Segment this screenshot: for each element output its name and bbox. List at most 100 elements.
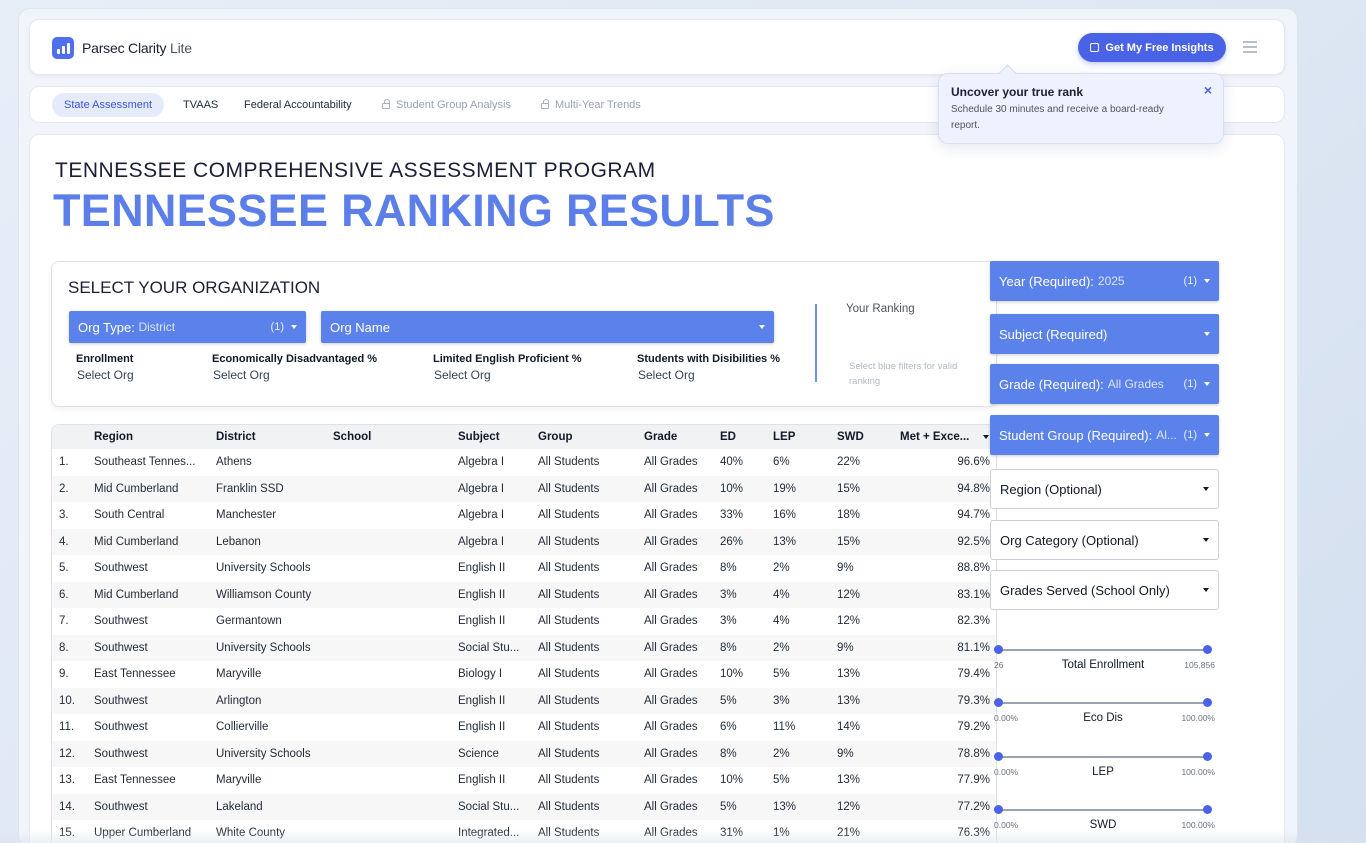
cell-met-exceeded: 82.3% xyxy=(957,615,990,627)
swd-slider[interactable] xyxy=(994,805,1212,814)
ranking-table: Region District School Subject Group Gra… xyxy=(51,424,997,843)
col-grade[interactable]: Grade xyxy=(644,431,677,443)
sort-desc-icon[interactable] xyxy=(983,435,989,439)
table-row[interactable]: 7. Southwest Germantown English II All Stude… xyxy=(52,608,996,635)
cell-grade: All Grades xyxy=(644,456,698,468)
table-row[interactable]: 12. Southwest University Schools Science All… xyxy=(52,740,996,767)
table-row[interactable]: 6. Mid Cumberland Williamson County English… xyxy=(52,581,996,608)
get-insights-button[interactable]: Get My Free Insights xyxy=(1078,33,1226,62)
slider-max-handle[interactable] xyxy=(1203,645,1212,654)
chevron-down-icon xyxy=(1204,382,1210,386)
close-icon[interactable]: × xyxy=(1204,82,1212,98)
cell-rank: 13. xyxy=(59,774,75,786)
cell-ed: 26% xyxy=(720,535,744,548)
table-row[interactable]: 8. Southwest University Schools Social Stu.… xyxy=(52,634,996,661)
filter-label: Student Group (Required): xyxy=(999,427,1153,443)
cell-region: Southwest xyxy=(94,721,148,733)
col-subject[interactable]: Subject xyxy=(458,431,500,443)
cell-lep: 5% xyxy=(773,774,790,786)
cell-subject: English II xyxy=(458,562,506,574)
tab-student-group-analysis[interactable]: Student Group Analysis xyxy=(382,93,511,117)
student-group-filter[interactable]: Student Group (Required): Al... (1) xyxy=(990,415,1219,455)
filter-label: Org Category (Optional) xyxy=(1000,532,1139,548)
cell-grade: All Grades xyxy=(644,562,698,574)
tab-multi-year-trends[interactable]: Multi-Year Trends xyxy=(541,93,641,117)
eco-dis-slider[interactable] xyxy=(994,698,1212,707)
cell-group: All Students xyxy=(538,774,600,786)
org-heading: SELECT YOUR ORGANIZATION xyxy=(68,278,321,297)
slider-max-handle[interactable] xyxy=(1203,752,1212,761)
cell-lep: 4% xyxy=(773,615,790,627)
cell-ed: 8% xyxy=(720,641,737,654)
col-met-exceeded[interactable]: Met + Exce... xyxy=(900,431,969,443)
stat-label: Enrollment xyxy=(76,353,134,365)
cell-swd: 18% xyxy=(837,509,861,521)
filter-value: 2025 xyxy=(1097,274,1125,288)
cell-met-exceeded: 79.2% xyxy=(957,721,990,733)
stat-value: Select Org xyxy=(213,368,270,382)
cell-subject: Biology I xyxy=(458,668,503,680)
cell-ed: 8% xyxy=(720,562,737,574)
tab-tvaas[interactable]: TVAAS xyxy=(183,93,218,117)
col-school[interactable]: School xyxy=(333,431,371,443)
tab-state-assessment[interactable]: State Assessment xyxy=(52,93,165,117)
slider-min-handle[interactable] xyxy=(994,698,1003,707)
subject-filter[interactable]: Subject (Required) xyxy=(990,314,1219,354)
filter-count: (1) xyxy=(1183,378,1197,390)
chevron-down-icon xyxy=(1203,588,1209,592)
cell-met-exceeded: 77.2% xyxy=(957,800,990,813)
table-row[interactable]: 11. Southwest Collierville English II All St… xyxy=(52,714,996,741)
tab-label: TVAAS xyxy=(183,99,219,111)
tab-federal-accountability[interactable]: Federal Accountability xyxy=(244,93,352,117)
col-district[interactable]: District xyxy=(216,431,256,443)
cell-swd: 12% xyxy=(837,800,861,813)
cell-district: University Schools xyxy=(216,747,311,760)
cell-region: Southwest xyxy=(94,641,148,654)
year-filter[interactable]: Year (Required): 2025 (1) xyxy=(990,261,1219,301)
col-lep[interactable]: LEP xyxy=(773,431,795,443)
col-region[interactable]: Region xyxy=(94,431,133,443)
hamburger-menu-icon[interactable] xyxy=(1243,41,1257,56)
brand-logo[interactable]: Parsec Clarity Lite xyxy=(52,37,192,59)
table-row[interactable]: 13. East Tennessee Maryville English II All … xyxy=(52,767,996,794)
org-type-select[interactable]: Org Type: District (1) xyxy=(69,311,306,343)
rank-popover: Uncover your true rank Schedule 30 minut… xyxy=(938,73,1224,144)
cell-grade: All Grades xyxy=(644,615,698,627)
table-row[interactable]: 1. Southeast Tennes... Athens Algebra I All … xyxy=(52,449,996,476)
cell-region: East Tennessee xyxy=(94,668,176,680)
table-row[interactable]: 14. Southwest Lakeland Social Stu... All Stu… xyxy=(52,793,996,820)
cell-lep: 5% xyxy=(773,668,790,680)
cell-lep: 2% xyxy=(773,562,790,574)
col-ed[interactable]: ED xyxy=(720,431,736,443)
org-category-filter[interactable]: Org Category (Optional) xyxy=(990,520,1219,560)
slider-max-handle[interactable] xyxy=(1203,805,1212,814)
lep-slider[interactable] xyxy=(994,752,1212,761)
cell-group: All Students xyxy=(538,615,600,627)
org-name-select[interactable]: Org Name xyxy=(321,311,774,343)
slider-min-handle[interactable] xyxy=(994,752,1003,761)
cell-rank: 10. xyxy=(59,694,75,707)
slider-min-handle[interactable] xyxy=(994,645,1003,654)
table-row[interactable]: 5. Southwest University Schools English II A… xyxy=(52,555,996,582)
cell-group: All Students xyxy=(538,800,600,813)
table-row[interactable]: 2. Mid Cumberland Franklin SSD Algebra I All… xyxy=(52,475,996,502)
table-row[interactable]: 10. Southwest Arlington English II All Stude… xyxy=(52,687,996,714)
cell-group: All Students xyxy=(538,641,600,654)
grade-filter[interactable]: Grade (Required): All Grades (1) xyxy=(990,364,1219,404)
region-filter[interactable]: Region (Optional) xyxy=(990,469,1219,509)
slider-min-handle[interactable] xyxy=(994,805,1003,814)
lock-icon xyxy=(382,99,390,109)
slider-label: Eco Dis xyxy=(1083,712,1123,724)
table-row[interactable]: 4. Mid Cumberland Lebanon Algebra I All Stud… xyxy=(52,528,996,555)
total-enrollment-slider[interactable] xyxy=(994,645,1212,654)
col-swd[interactable]: SWD xyxy=(837,431,864,443)
cell-ed: 3% xyxy=(720,615,737,627)
slider-max-handle[interactable] xyxy=(1203,698,1212,707)
col-group[interactable]: Group xyxy=(538,431,573,443)
table-row[interactable]: 9. East Tennessee Maryville Biology I All St… xyxy=(52,661,996,688)
grades-served-filter[interactable]: Grades Served (School Only) xyxy=(990,570,1219,610)
tab-label: Federal Accountability xyxy=(244,99,352,111)
popover-title: Uncover your true rank xyxy=(951,85,1084,99)
cell-region: Southwest xyxy=(94,694,148,707)
table-row[interactable]: 3. South Central Manchester Algebra I All St… xyxy=(52,502,996,529)
